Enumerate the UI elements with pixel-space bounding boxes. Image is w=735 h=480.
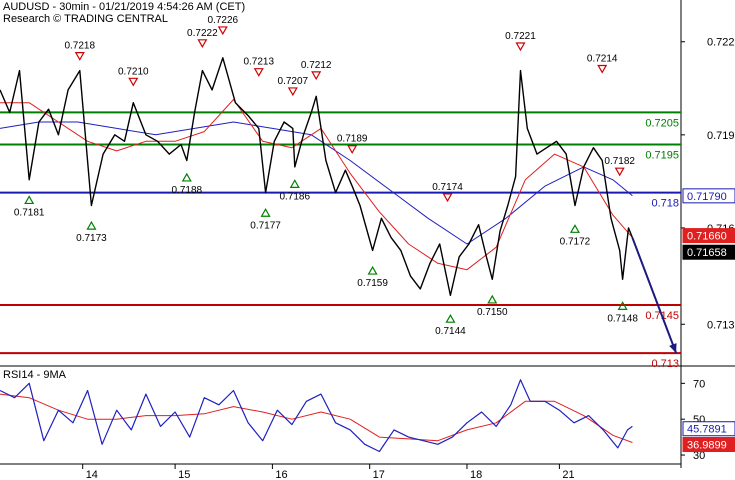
- y-tick-label: 0.7198: [707, 130, 735, 142]
- swing-high-marker: [311, 71, 322, 81]
- swing-high-marker: [347, 145, 358, 154]
- y-tick-label: 0.7227: [707, 37, 735, 49]
- swing-high-marker: [515, 42, 526, 52]
- swing-high-marker: [74, 52, 85, 61]
- price-series: [0, 57, 634, 297]
- level-label: 0.7195: [645, 149, 679, 161]
- price-badge-label: 0.71660: [687, 231, 727, 243]
- swing-high-marker: [614, 167, 625, 177]
- swing-low-marker: [445, 314, 456, 323]
- swing-high-label: 0.7214: [587, 53, 618, 64]
- level-label: 0.718: [651, 198, 679, 210]
- swing-high-label: 0.7213: [243, 57, 274, 68]
- swing-low-label: 0.7150: [477, 307, 508, 318]
- x-tick-label: 16: [275, 469, 287, 480]
- swing-high-label: 0.7221: [505, 31, 536, 42]
- swing-high-label: 0.7212: [301, 60, 332, 71]
- forecast-arrow-head: [669, 343, 677, 354]
- level-label: 0.7205: [645, 117, 679, 129]
- swing-high-label: 0.7222: [187, 28, 218, 39]
- swing-low-label: 0.7144: [435, 326, 466, 337]
- swing-high-marker: [287, 87, 298, 97]
- swing-low-marker: [569, 224, 580, 233]
- x-tick-label: 17: [373, 469, 385, 480]
- swing-low-label: 0.7148: [607, 313, 638, 324]
- swing-low-label: 0.7173: [76, 233, 107, 244]
- swing-high-marker: [442, 193, 453, 203]
- swing-high-label: 0.7218: [64, 41, 95, 52]
- swing-low-label: 0.7188: [171, 185, 202, 196]
- swing-low-marker: [367, 265, 378, 275]
- swing-high-label: 0.7210: [118, 66, 149, 77]
- swing-low-label: 0.7177: [250, 220, 281, 231]
- swing-low-marker: [289, 179, 300, 188]
- rsi-y-tick-label: 70: [693, 378, 705, 390]
- rsi-panel-title: RSI14 - 9MA: [3, 369, 67, 381]
- price-badge-label: 0.71790: [687, 191, 727, 203]
- swing-high-label: 0.7189: [337, 134, 368, 145]
- swing-high-marker: [197, 39, 208, 48]
- x-tick-label: 15: [178, 469, 190, 480]
- swing-low-marker: [181, 172, 192, 182]
- rsi-badge-label: 36.9899: [687, 440, 727, 452]
- x-tick-label: 21: [562, 469, 574, 480]
- swing-high-label: 0.7182: [604, 156, 635, 167]
- rsi-series: [0, 379, 633, 453]
- swing-low-marker: [260, 208, 271, 217]
- swing-low-label: 0.7186: [279, 191, 310, 202]
- swing-low-label: 0.7159: [357, 278, 388, 289]
- forecast-arrow-shaft: [631, 237, 678, 354]
- moving-average-slow: [0, 121, 633, 245]
- chart-canvas: 0.72050.71950.7180.71450.7130.72270.7198…: [0, 0, 735, 480]
- swing-high-marker: [253, 68, 264, 77]
- level-label: 0.713: [651, 358, 679, 370]
- swing-low-marker: [24, 195, 35, 205]
- swing-high-label: 0.7226: [207, 15, 238, 26]
- swing-low-marker: [487, 294, 498, 304]
- x-tick-label: 18: [470, 469, 482, 480]
- swing-high-label: 0.7174: [432, 182, 463, 193]
- swing-high-marker: [597, 64, 608, 74]
- swing-high-marker: [128, 77, 139, 87]
- rsi-badge-label: 45.7891: [687, 424, 727, 436]
- swing-high-marker: [217, 26, 228, 36]
- y-tick-label: 0.7139: [707, 319, 735, 331]
- x-tick-label: 14: [86, 469, 98, 480]
- swing-low-marker: [86, 220, 97, 230]
- price-badge-label: 0.71658: [687, 247, 727, 259]
- swing-low-label: 0.7172: [560, 236, 591, 247]
- swing-high-label: 0.7207: [278, 76, 309, 87]
- swing-low-label: 0.7181: [14, 207, 45, 218]
